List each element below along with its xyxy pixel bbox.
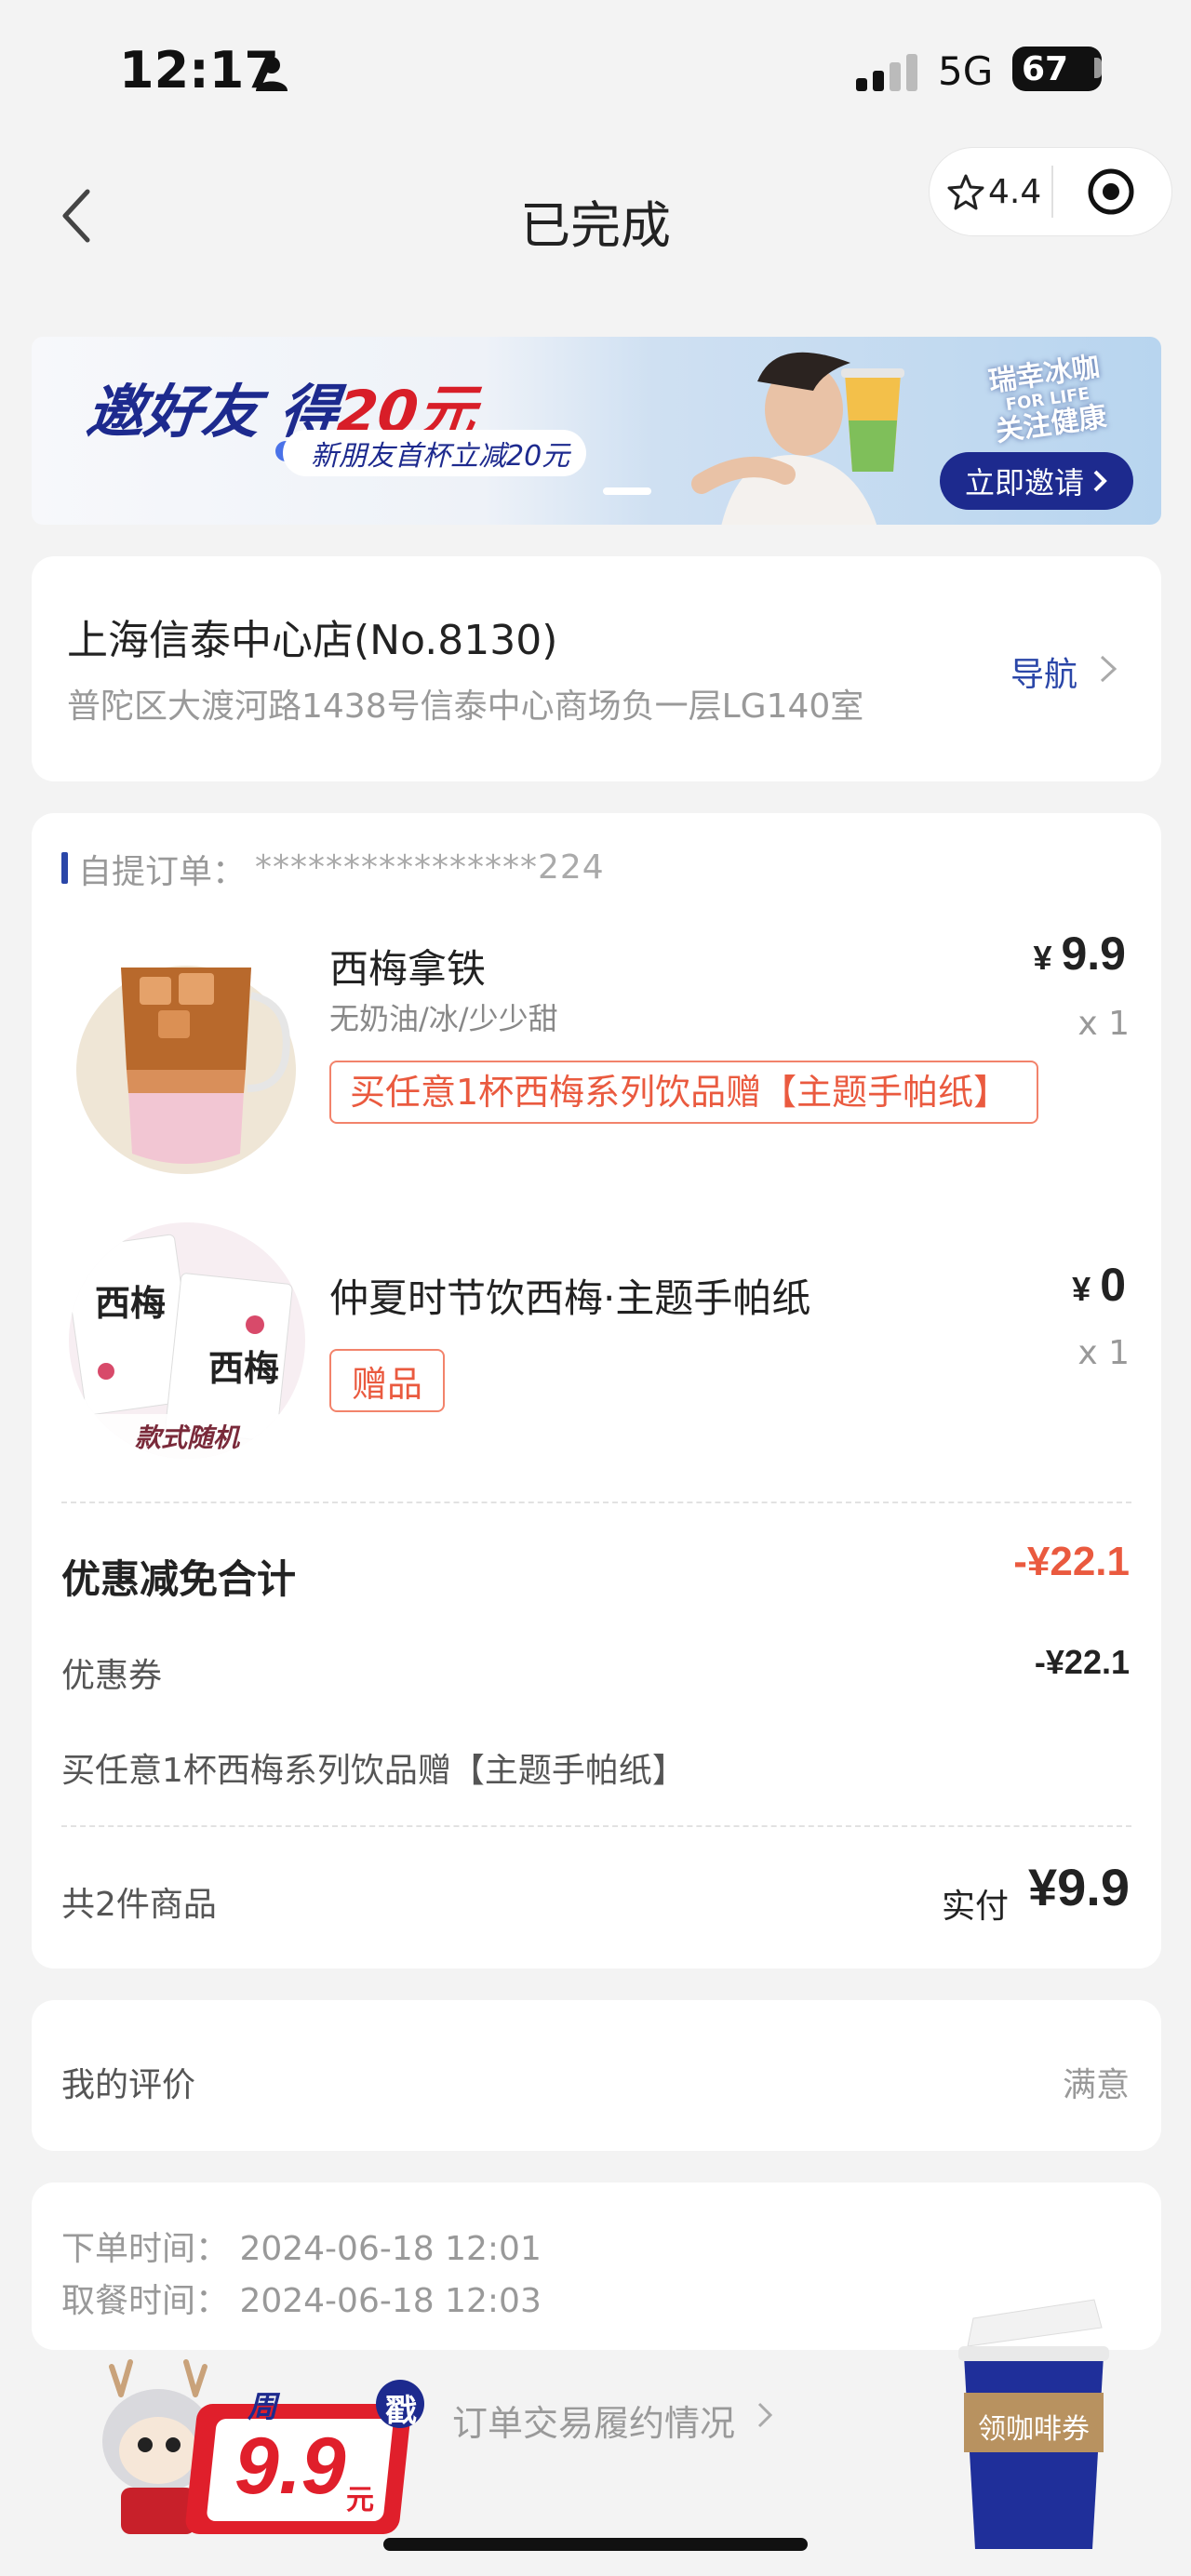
order-type-label: 自提订单：	[78, 853, 247, 891]
svg-text:西梅: 西梅	[95, 1282, 166, 1324]
promo-badge-price: 9.9	[234, 2422, 346, 2511]
pickup-time: 取餐时间： 2024-06-18 12:03	[61, 2282, 542, 2320]
battery-tip	[1094, 58, 1102, 78]
price-value: 0	[1100, 1259, 1126, 1311]
store-address: 普陀区大渡河路1438号信泰中心商场负一层LG140室	[67, 687, 864, 726]
coffee-coupon-label: 领咖啡券	[978, 2413, 1090, 2446]
order-number: ****************224	[255, 848, 605, 887]
capsule-divider	[1051, 166, 1053, 218]
rating-value[interactable]: 4.4	[988, 173, 1041, 211]
fulfillment-link[interactable]: 订单交易履约情况	[452, 2395, 735, 2446]
product-quantity: x 1	[1077, 1005, 1130, 1043]
navigation-link[interactable]: 导航	[1010, 647, 1077, 696]
product-quantity: x 1	[1077, 1334, 1130, 1372]
item-count: 共2件商品	[61, 1886, 217, 1924]
banner-brand-tag: 瑞幸冰咖 FOR LIFE 关注健康	[986, 351, 1108, 448]
product-price: ¥0	[1072, 1258, 1126, 1312]
network-type: 5G	[938, 48, 994, 94]
store-name: 上海信泰中心店(No.8130)	[67, 617, 558, 664]
divider	[61, 1825, 1131, 1827]
napkin-product-image: 西梅 西梅 款式随机	[69, 1222, 305, 1459]
promo-badge-stamp: 戳	[385, 2393, 417, 2430]
promo-discount-line: 买任意1杯西梅系列饮品赠【主题手帕纸】	[61, 1752, 686, 1790]
person-icon	[256, 57, 288, 91]
invite-banner[interactable]: 邀好友 得20元 新朋友首杯立减20元 瑞幸冰咖 FOR LIFE 关注健康 立…	[32, 337, 1161, 525]
price-value: 9.9	[1061, 928, 1126, 980]
store-card	[32, 556, 1161, 781]
discount-title: 优惠减免合计	[61, 1556, 297, 1602]
promo-tag: 买任意1杯西梅系列饮品赠【主题手帕纸】	[329, 1061, 1038, 1124]
product-name: 仲夏时节饮西梅·主题手帕纸	[329, 1275, 811, 1321]
banner-page-indicator	[603, 487, 651, 495]
currency-symbol: ¥	[1033, 939, 1052, 977]
close-target-icon[interactable]	[1083, 164, 1139, 220]
home-indicator	[383, 2538, 808, 2551]
chevron-right-icon	[1093, 470, 1107, 492]
paid-value: ¥9.9	[1028, 1858, 1130, 1916]
image-caption: 款式随机	[134, 1422, 239, 1453]
promo-badge-unit: 元	[346, 2484, 374, 2516]
divider	[61, 1502, 1131, 1503]
gift-tag: 赠品	[329, 1349, 445, 1412]
chevron-right-icon[interactable]	[756, 2400, 774, 2430]
signal-icon	[856, 54, 917, 91]
paid-label: 实付	[941, 1888, 1009, 1926]
star-icon[interactable]	[947, 173, 984, 210]
review-value: 满意	[1062, 2066, 1130, 2104]
coupon-value: -¥22.1	[1034, 1643, 1130, 1681]
order-time: 下单时间： 2024-06-18 12:01	[61, 2230, 542, 2268]
product-price: ¥9.9	[1033, 927, 1126, 981]
latte-product-image	[76, 966, 296, 1174]
coupon-label: 优惠券	[61, 1657, 163, 1695]
invite-button[interactable]: 立即邀请	[940, 452, 1133, 510]
chevron-right-icon[interactable]	[1098, 653, 1118, 685]
svg-text:西梅: 西梅	[208, 1347, 279, 1389]
review-card[interactable]	[32, 2000, 1161, 2151]
currency-symbol: ¥	[1072, 1270, 1091, 1308]
battery-icon: 67	[1012, 47, 1102, 91]
product-name: 西梅拿铁	[329, 946, 487, 992]
review-label: 我的评价	[61, 2066, 196, 2104]
weekly-promo-badge[interactable]: 周 戳 9.9 元	[93, 2357, 447, 2543]
invite-button-label: 立即邀请	[964, 465, 1084, 501]
discount-total: -¥22.1	[1013, 1539, 1130, 1584]
banner-cup-image	[841, 368, 904, 472]
order-accent-bar	[61, 852, 68, 884]
banner-subtitle: 新朋友首杯立减20元	[283, 430, 587, 476]
product-spec: 无奶油/冰/少少甜	[329, 1001, 558, 1036]
coffee-coupon-float[interactable]: 领咖啡券	[955, 2290, 1113, 2551]
battery-level: 67	[1022, 49, 1069, 88]
